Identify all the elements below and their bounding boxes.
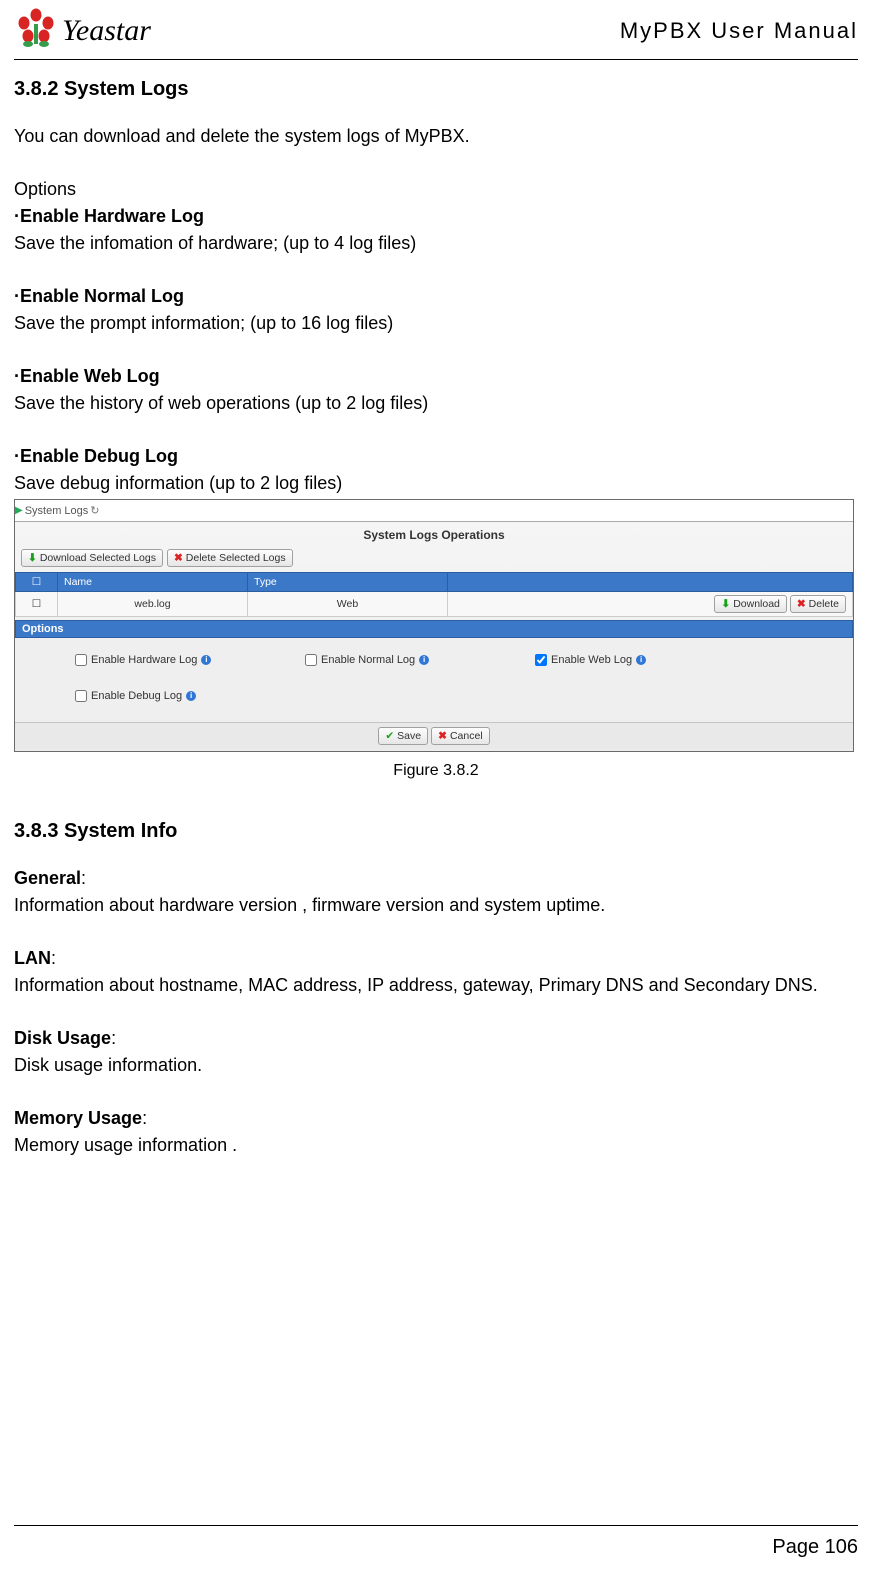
- cancel-icon: ✖: [438, 730, 447, 742]
- lan-desc: Information about hostname, MAC address,…: [14, 972, 858, 999]
- page-header: Yeastar MyPBX User Manual: [14, 8, 858, 60]
- option-desc-normal: Save the prompt information; (up to 16 l…: [14, 310, 858, 337]
- option-web-log[interactable]: Enable Web Log i: [535, 654, 705, 666]
- download-icon: ⬇: [721, 598, 730, 610]
- option-title-hardware: ·Enable Hardware Log: [14, 203, 858, 230]
- toolbar: ⬇ Download Selected Logs ✖ Delete Select…: [15, 546, 853, 570]
- breadcrumb-arrow-icon: ▶: [15, 505, 23, 516]
- table-header-row: ☐ Name Type: [16, 573, 853, 592]
- option-title-debug: ·Enable Debug Log: [14, 443, 858, 470]
- option-desc-web: Save the history of web operations (up t…: [14, 390, 858, 417]
- logo-text: Yeastar: [62, 14, 151, 48]
- cancel-button[interactable]: ✖ Cancel: [431, 727, 490, 745]
- row-name: web.log: [58, 592, 248, 617]
- info-icon[interactable]: i: [636, 655, 646, 665]
- page-footer: Page 106: [14, 1525, 858, 1559]
- options-panel-header: Options: [15, 620, 853, 638]
- info-icon[interactable]: i: [201, 655, 211, 665]
- breadcrumb-label: System Logs: [25, 505, 89, 517]
- checkbox-debug-log[interactable]: [75, 690, 87, 702]
- memory-label: Memory Usage:: [14, 1105, 858, 1132]
- option-web-label: Enable Web Log: [551, 654, 632, 666]
- row-type: Web: [248, 592, 448, 617]
- general-desc: Information about hardware version , fir…: [14, 892, 858, 919]
- option-normal-label: Enable Normal Log: [321, 654, 415, 666]
- lan-label: LAN:: [14, 945, 858, 972]
- figure-caption: Figure 3.8.2: [14, 762, 858, 780]
- breadcrumb: ▶ System Logs ↻: [15, 500, 853, 522]
- options-panel-body: Enable Hardware Log i Enable Normal Log …: [15, 638, 853, 722]
- table-row: ☐ web.log Web ⬇ Download ✖ Delete: [16, 592, 853, 617]
- save-label: Save: [397, 730, 421, 742]
- delete-icon: ✖: [797, 598, 806, 610]
- option-hardware-log[interactable]: Enable Hardware Log i: [75, 654, 245, 666]
- panel-title: System Logs Operations: [15, 522, 853, 546]
- general-label: General:: [14, 865, 858, 892]
- disk-label-text: Disk Usage: [14, 1028, 111, 1048]
- option-desc-hardware: Save the infomation of hardware; (up to …: [14, 230, 858, 257]
- delete-selected-button[interactable]: ✖ Delete Selected Logs: [167, 549, 293, 567]
- footer-rule: [14, 1525, 858, 1526]
- row-download-button[interactable]: ⬇ Download: [714, 595, 787, 613]
- section-heading-383: 3.8.3 System Info: [14, 820, 858, 843]
- lan-label-text: LAN: [14, 948, 51, 968]
- download-icon: ⬇: [28, 552, 37, 564]
- column-type: Type: [248, 573, 448, 592]
- download-selected-label: Download Selected Logs: [40, 552, 156, 564]
- option-debug-log[interactable]: Enable Debug Log i: [75, 690, 833, 702]
- info-icon[interactable]: i: [186, 691, 196, 701]
- save-icon: ✔: [385, 730, 394, 742]
- download-selected-button[interactable]: ⬇ Download Selected Logs: [21, 549, 163, 567]
- row-delete-label: Delete: [809, 598, 839, 610]
- info-icon[interactable]: i: [419, 655, 429, 665]
- logs-table: ☐ Name Type ☐ web.log Web ⬇ Download: [15, 572, 853, 617]
- checkbox-normal-log[interactable]: [305, 654, 317, 666]
- option-desc-debug: Save debug information (up to 2 log file…: [14, 470, 858, 497]
- checkbox-web-log[interactable]: [535, 654, 547, 666]
- embedded-screenshot: ▶ System Logs ↻ System Logs Operations ⬇…: [14, 499, 854, 752]
- option-hardware-label: Enable Hardware Log: [91, 654, 197, 666]
- row-actions: ⬇ Download ✖ Delete: [448, 592, 853, 617]
- delete-selected-label: Delete Selected Logs: [186, 552, 286, 564]
- general-label-text: General: [14, 868, 81, 888]
- row-download-label: Download: [733, 598, 780, 610]
- checkbox-hardware-log[interactable]: [75, 654, 87, 666]
- disk-label: Disk Usage:: [14, 1025, 858, 1052]
- save-button[interactable]: ✔ Save: [378, 727, 428, 745]
- row-checkbox[interactable]: ☐: [16, 592, 58, 617]
- memory-desc: Memory usage information .: [14, 1132, 858, 1159]
- option-title-web: ·Enable Web Log: [14, 363, 858, 390]
- section-intro: You can download and delete the system l…: [14, 123, 858, 150]
- memory-label-text: Memory Usage: [14, 1108, 142, 1128]
- row-delete-button[interactable]: ✖ Delete: [790, 595, 846, 613]
- option-debug-label: Enable Debug Log: [91, 690, 182, 702]
- yeastar-logo-icon: [14, 8, 58, 53]
- refresh-icon[interactable]: ↻: [90, 504, 99, 517]
- column-checkbox[interactable]: ☐: [16, 573, 58, 592]
- option-title-normal: ·Enable Normal Log: [14, 283, 858, 310]
- document-title: MyPBX User Manual: [620, 18, 858, 44]
- logo: Yeastar: [14, 8, 151, 53]
- cancel-label: Cancel: [450, 730, 483, 742]
- delete-icon: ✖: [174, 552, 183, 564]
- save-cancel-bar: ✔ Save ✖ Cancel: [15, 722, 853, 749]
- page-number: Page 106: [14, 1536, 858, 1559]
- column-name: Name: [58, 573, 248, 592]
- section-heading-382: 3.8.2 System Logs: [14, 78, 858, 101]
- option-normal-log[interactable]: Enable Normal Log i: [305, 654, 475, 666]
- disk-desc: Disk usage information.: [14, 1052, 858, 1079]
- options-label: Options: [14, 176, 858, 203]
- column-actions: [448, 573, 853, 592]
